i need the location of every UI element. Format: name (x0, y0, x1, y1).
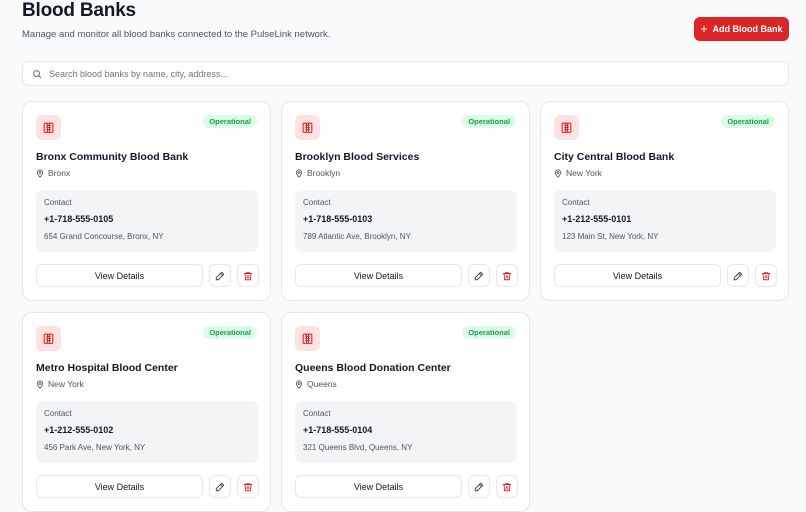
status-badge: Operational (462, 326, 516, 339)
card-actions: View Details (554, 264, 777, 287)
contact-box: Contact +1-718-555-0105 654 Grand Concou… (36, 190, 258, 252)
contact-box: Contact +1-718-555-0104 321 Queens Blvd,… (295, 401, 517, 463)
bank-location: Brooklyn (295, 168, 516, 178)
contact-label: Contact (562, 198, 590, 207)
view-details-button[interactable]: View Details (36, 475, 203, 498)
building-icon (36, 115, 61, 140)
view-details-button[interactable]: View Details (295, 475, 462, 498)
search-icon (32, 69, 42, 79)
contact-box: Contact +1-718-555-0103 789 Atlantic Ave… (295, 190, 517, 252)
card-actions: View Details (36, 264, 259, 287)
map-pin-icon (295, 168, 303, 178)
blood-bank-card: Operational Bronx Community Blood Bank B… (22, 101, 271, 301)
bank-location: Bronx (36, 168, 257, 178)
contact-phone: +1-212-555-0102 (44, 425, 114, 435)
map-pin-icon (36, 168, 44, 178)
trash-icon (502, 482, 512, 492)
status-badge: Operational (203, 115, 257, 128)
pencil-icon (215, 482, 225, 492)
edit-button[interactable] (209, 475, 231, 498)
card-actions: View Details (36, 475, 259, 498)
map-pin-icon (554, 168, 562, 178)
blood-bank-grid: Operational Bronx Community Blood Bank B… (22, 101, 789, 512)
status-badge: Operational (462, 115, 516, 128)
contact-phone: +1-718-555-0105 (44, 214, 114, 224)
card-actions: View Details (295, 264, 518, 287)
contact-phone: +1-718-555-0103 (303, 214, 373, 224)
building-icon (295, 115, 320, 140)
status-badge: Operational (721, 115, 775, 128)
edit-button[interactable] (468, 264, 490, 287)
bank-location: New York (36, 379, 257, 389)
pencil-icon (733, 271, 743, 281)
map-pin-icon (295, 379, 303, 389)
bank-name: Queens Blood Donation Center (295, 362, 451, 374)
blood-bank-card: Operational City Central Blood Bank New … (540, 101, 789, 301)
bank-city: New York (48, 379, 84, 389)
plus-icon: + (700, 22, 708, 36)
bank-name: Metro Hospital Blood Center (36, 362, 178, 374)
contact-label: Contact (44, 409, 72, 418)
contact-phone: +1-718-555-0104 (303, 425, 373, 435)
contact-label: Contact (303, 409, 331, 418)
delete-button[interactable] (496, 475, 518, 498)
contact-address: 123 Main St, New York, NY (562, 232, 659, 241)
contact-address: 789 Atlantic Ave, Brooklyn, NY (303, 232, 411, 241)
status-badge: Operational (203, 326, 257, 339)
bank-location: Queens (295, 379, 516, 389)
page-header: Blood Banks Manage and monitor all blood… (22, 0, 789, 57)
map-pin-icon (36, 379, 44, 389)
search-input[interactable] (49, 68, 788, 79)
contact-address: 456 Park Ave, New York, NY (44, 443, 146, 452)
blood-bank-card: Operational Queens Blood Donation Center… (281, 312, 530, 512)
card-actions: View Details (295, 475, 518, 498)
contact-address: 654 Grand Concourse, Bronx, NY (44, 232, 164, 241)
bank-city: Queens (307, 379, 337, 389)
bank-name: Brooklyn Blood Services (295, 151, 420, 163)
contact-label: Contact (303, 198, 331, 207)
trash-icon (243, 482, 253, 492)
bank-location: New York (554, 168, 775, 178)
building-icon (554, 115, 579, 140)
blood-bank-card: Operational Brooklyn Blood Services Broo… (281, 101, 530, 301)
view-details-button[interactable]: View Details (36, 264, 203, 287)
bank-name: City Central Blood Bank (554, 151, 675, 163)
delete-button[interactable] (237, 475, 259, 498)
contact-address: 321 Queens Blvd, Queens, NY (303, 443, 413, 452)
view-details-button[interactable]: View Details (554, 264, 721, 287)
pencil-icon (474, 271, 484, 281)
bank-city: New York (566, 168, 602, 178)
delete-button[interactable] (237, 264, 259, 287)
contact-phone: +1-212-555-0101 (562, 214, 632, 224)
search-bar (22, 61, 789, 86)
edit-button[interactable] (209, 264, 231, 287)
add-blood-bank-button[interactable]: + Add Blood Bank (694, 17, 789, 41)
edit-button[interactable] (727, 264, 749, 287)
contact-box: Contact +1-212-555-0101 123 Main St, New… (554, 190, 776, 252)
pencil-icon (474, 482, 484, 492)
delete-button[interactable] (755, 264, 777, 287)
page-title: Blood Banks (22, 0, 136, 21)
trash-icon (502, 271, 512, 281)
trash-icon (761, 271, 771, 281)
bank-city: Brooklyn (307, 168, 341, 178)
page-subtitle: Manage and monitor all blood banks conne… (22, 29, 331, 40)
bank-name: Bronx Community Blood Bank (36, 151, 189, 163)
building-icon (36, 326, 61, 351)
blood-bank-card: Operational Metro Hospital Blood Center … (22, 312, 271, 512)
pencil-icon (215, 271, 225, 281)
contact-box: Contact +1-212-555-0102 456 Park Ave, Ne… (36, 401, 258, 463)
building-icon (295, 326, 320, 351)
delete-button[interactable] (496, 264, 518, 287)
contact-label: Contact (44, 198, 72, 207)
trash-icon (243, 271, 253, 281)
bank-city: Bronx (48, 168, 71, 178)
add-blood-bank-label: Add Blood Bank (712, 24, 783, 34)
edit-button[interactable] (468, 475, 490, 498)
view-details-button[interactable]: View Details (295, 264, 462, 287)
